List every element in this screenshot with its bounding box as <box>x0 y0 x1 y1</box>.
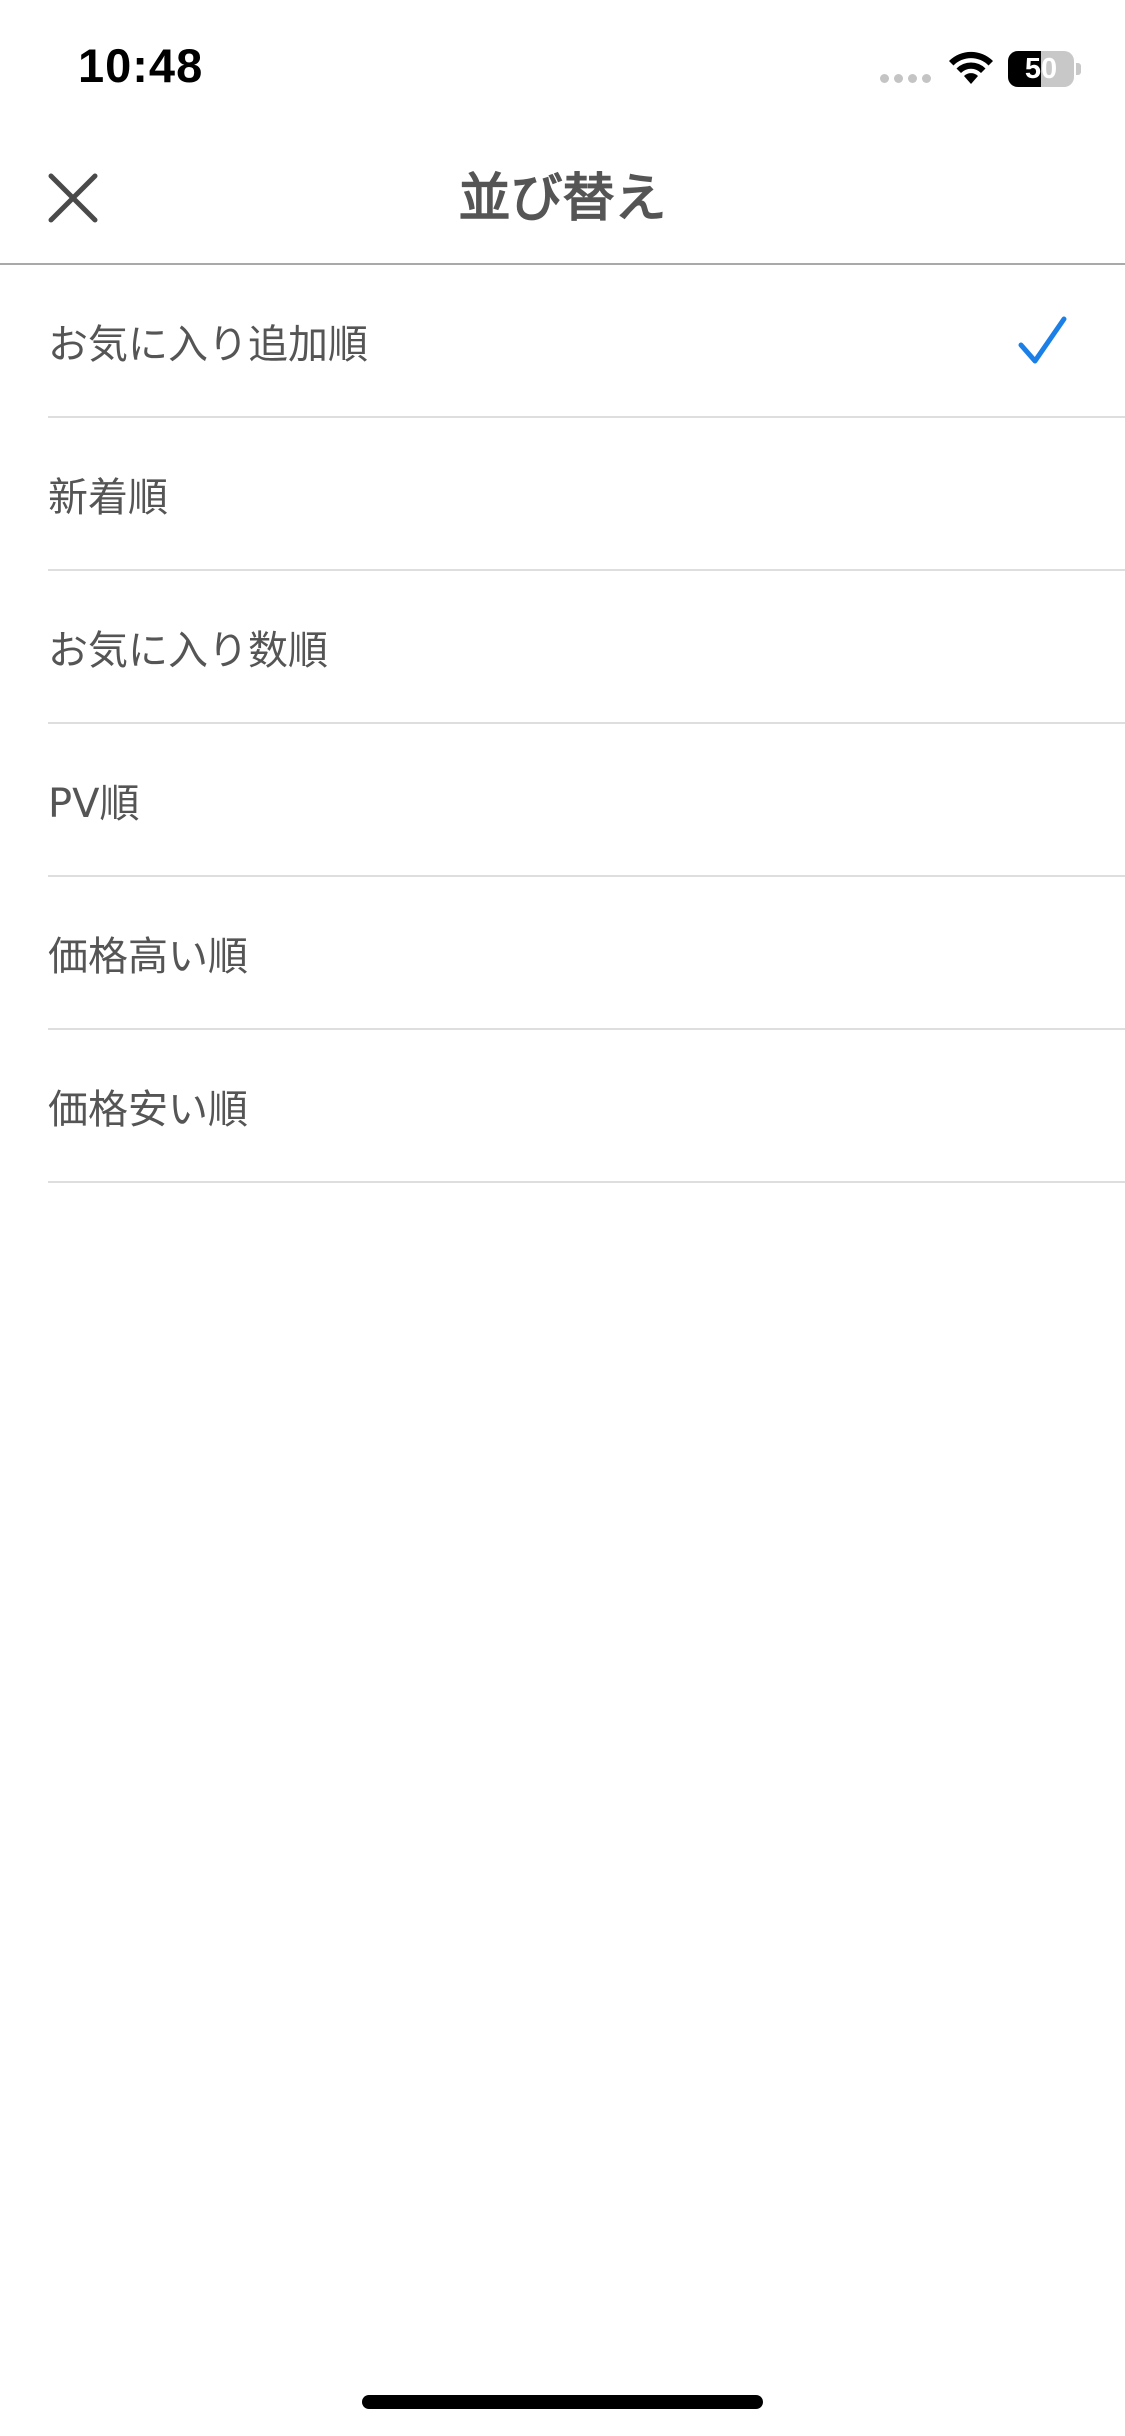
sort-option-label: 価格高い順 <box>48 933 248 980</box>
sort-option-price-low[interactable]: 価格安い順 <box>48 1030 1125 1183</box>
sort-option-favorite-added[interactable]: お気に入り追加順 <box>48 265 1125 418</box>
home-indicator[interactable] <box>362 2395 763 2409</box>
sort-screen: 10:48 50 並び替え お気に入り追加順 新着順 お気に入り数順 PV順 価… <box>0 0 1125 2436</box>
wifi-icon <box>949 51 993 84</box>
page-title: 並び替え <box>458 169 667 229</box>
sort-option-label: お気に入り追加順 <box>48 321 368 368</box>
sort-option-price-high[interactable]: 価格高い順 <box>48 877 1125 1030</box>
status-bar: 10:48 50 <box>0 0 1125 135</box>
sort-option-pv[interactable]: PV順 <box>48 724 1125 877</box>
sort-option-favorite-count[interactable]: お気に入り数順 <box>48 571 1125 724</box>
status-time: 10:48 <box>78 39 204 92</box>
sort-option-label: 価格安い順 <box>48 1086 248 1133</box>
navigation-header: 並び替え <box>0 135 1125 265</box>
battery-level: 50 <box>1024 53 1058 85</box>
cellular-signal-icon <box>880 74 931 83</box>
sort-option-label: お気に入り数順 <box>48 627 328 674</box>
close-icon <box>48 173 98 223</box>
close-button[interactable] <box>38 163 108 233</box>
sort-option-newest[interactable]: 新着順 <box>48 418 1125 571</box>
sort-option-list: お気に入り追加順 新着順 お気に入り数順 PV順 価格高い順 価格安い順 <box>0 265 1125 1183</box>
sort-option-label: 新着順 <box>48 474 168 521</box>
battery-icon: 50 <box>1008 51 1081 87</box>
checkmark-icon <box>1018 316 1067 363</box>
sort-option-label: PV順 <box>48 780 140 827</box>
